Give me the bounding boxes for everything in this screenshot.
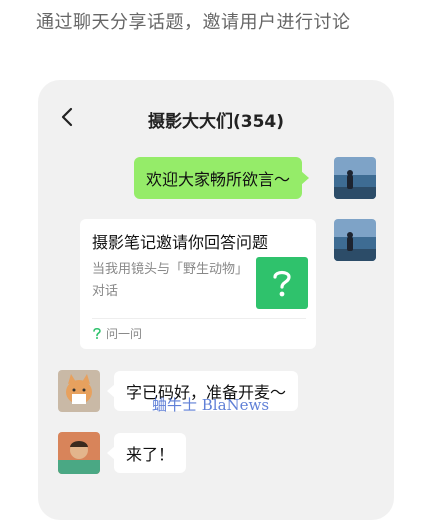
card-divider [92, 318, 306, 319]
page-caption: 通过聊天分享话题，邀请用户进行讨论 [36, 12, 351, 33]
question-small-icon [93, 327, 101, 339]
chat-window: 摄影大大们(354) 欢迎大家畅所欲言～ 摄影笔记邀请你回答问题 当我用镜头与「… [38, 80, 394, 520]
self-avatar[interactable] [334, 157, 376, 199]
self-avatar[interactable] [334, 219, 376, 261]
card-footer-label: 问一问 [106, 327, 143, 341]
card-description: 当我用镜头与「野生动物」对话 [92, 262, 249, 299]
card-footer: 问一问 [92, 325, 142, 342]
child-avatar[interactable] [58, 432, 100, 474]
card-title: 摄影笔记邀请你回答问题 [92, 233, 269, 252]
welcome-message-bubble[interactable]: 欢迎大家畅所欲言～ [134, 157, 310, 199]
question-mark-icon [273, 270, 291, 297]
reply-message-bubble[interactable]: 来了！ [106, 433, 187, 473]
question-share-card[interactable]: 摄影笔记邀请你回答问题 当我用镜头与「野生动物」对话 问一问 [80, 219, 316, 349]
card-thumbnail [256, 257, 308, 309]
group-chat-title: 摄影大大们(354) [147, 112, 285, 132]
chat-header: 摄影大大们(354) [38, 80, 394, 156]
cat-avatar[interactable] [58, 370, 100, 412]
watermark-text: 蛐牛士 BlaNews [152, 396, 270, 414]
